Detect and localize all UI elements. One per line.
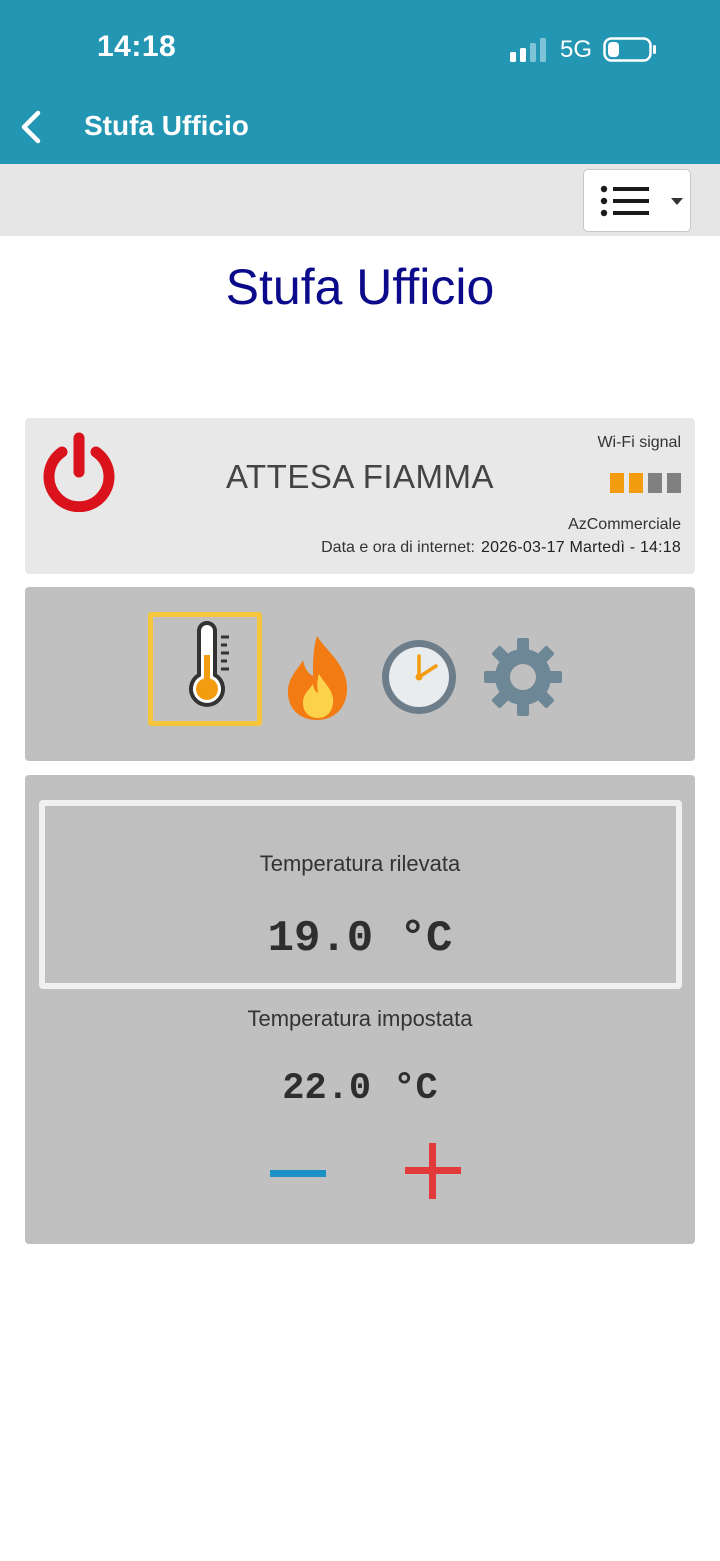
wifi-signal-label: Wi-Fi signal [597, 434, 681, 451]
datetime-label: Data e ora di internet: [321, 539, 475, 556]
wifi-bar [667, 473, 681, 493]
set-temperature-value: 22.0 °C [282, 1068, 438, 1110]
set-temperature-label: Temperatura impostata [247, 1006, 473, 1031]
datetime-value: 2026-03-17 Martedì - 14:18 [481, 539, 681, 556]
plus-icon [405, 1143, 461, 1199]
tab-clock[interactable] [378, 636, 460, 718]
page-title: Stufa Ufficio [225, 259, 495, 315]
status-time: 14:18 [97, 30, 177, 63]
menu-dropdown-button[interactable] [583, 169, 691, 232]
tab-settings[interactable] [482, 636, 564, 718]
thermometer-icon [189, 621, 229, 707]
internet-datetime: Data e ora di internet: 2026-03-17 Marted… [321, 539, 681, 557]
app-header: 14:18 5G Stufa Ufficio [0, 0, 720, 164]
measured-temperature-label: Temperatura rilevata [259, 851, 461, 876]
list-icon [600, 185, 649, 217]
cellular-signal-icon [510, 38, 546, 62]
network-type: 5G [560, 36, 593, 63]
tab-flame[interactable] [283, 632, 353, 722]
wifi-bar [648, 473, 662, 493]
caret-down-icon [671, 198, 683, 205]
wifi-signal-bars [610, 473, 682, 493]
measured-temperature-value: 19.0 °C [267, 914, 453, 964]
owner-name: AzCommerciale [568, 516, 681, 533]
decrease-temperature-button[interactable] [267, 1155, 329, 1193]
minus-icon [270, 1170, 326, 1177]
back-button[interactable] [14, 104, 54, 150]
header-title: Stufa Ufficio [84, 110, 249, 141]
wifi-bar [610, 473, 624, 493]
tab-temperature[interactable] [148, 612, 262, 726]
battery-icon [603, 37, 656, 62]
wifi-bar [629, 473, 643, 493]
increase-temperature-button[interactable] [402, 1140, 464, 1202]
app-screen: 14:18 5G Stufa Ufficio Stufa Ufficio ATT… [0, 0, 720, 1561]
mode-tabs-card [25, 587, 695, 761]
